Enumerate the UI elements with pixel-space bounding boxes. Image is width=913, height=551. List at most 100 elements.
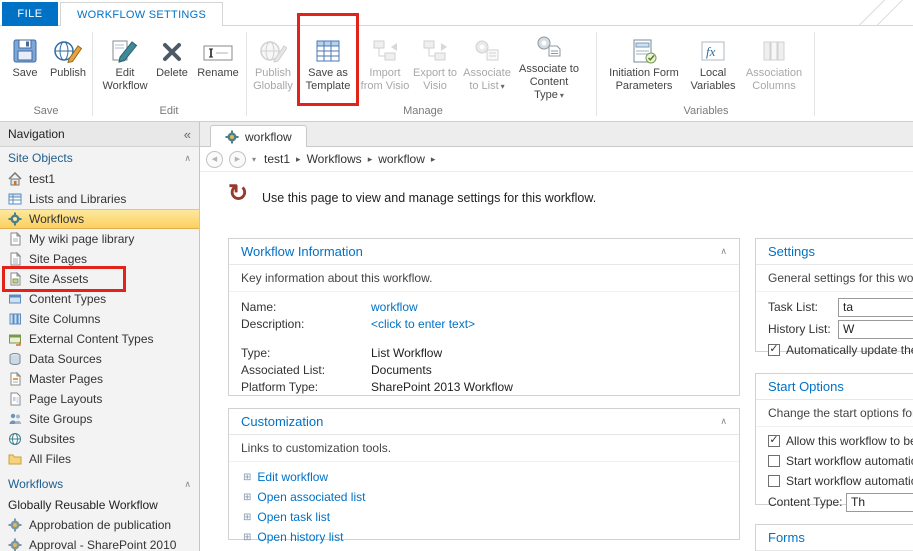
checkbox-checked[interactable]: ✓ — [768, 434, 780, 447]
dropdown-arrow-icon: ▾ — [500, 82, 505, 91]
link-plus-icon: ⊞ — [243, 491, 252, 503]
history-list-select[interactable]: W — [838, 319, 913, 339]
associate-to-content-type-button[interactable]: Associate to Content Type ▾ — [518, 30, 580, 102]
sidebar-item-master-pages[interactable]: Master Pages — [0, 369, 199, 389]
link-open-task-list[interactable]: ⊞ Open task list — [229, 507, 739, 527]
panel-subtitle: Change the start options for t — [756, 400, 913, 427]
workflows-section-header[interactable]: Workflows ∧ — [0, 473, 199, 495]
link-edit-workflow[interactable]: ⊞ Edit workflow — [229, 467, 739, 487]
local-variables-button[interactable]: fx Local Variables — [688, 30, 738, 102]
panel-settings: Settings ∧ General settings for this wor… — [755, 238, 913, 357]
checkbox-unchecked[interactable] — [768, 475, 780, 487]
folder-icon — [8, 452, 22, 466]
field-label: Name: — [241, 300, 277, 314]
sidebar-item-content-types[interactable]: Content Types — [0, 289, 199, 309]
wiki-library-icon — [8, 232, 22, 246]
navigation-title: Navigation — [8, 127, 65, 141]
link-plus-icon: ⊞ — [243, 511, 252, 523]
document-tab-workflow[interactable]: workflow — [210, 125, 307, 148]
checkbox-checked[interactable]: ✓ — [768, 343, 780, 356]
link-label: Open history list — [257, 530, 344, 544]
sidebar-item-site-columns[interactable]: Site Columns — [0, 309, 199, 329]
task-list-select[interactable]: ta — [838, 297, 913, 317]
link-open-associated-list[interactable]: ⊞ Open associated list — [229, 487, 739, 507]
collapse-pane-icon[interactable]: « — [184, 127, 191, 142]
field-label: Type: — [241, 346, 271, 360]
link-plus-icon: ⊞ — [243, 471, 252, 483]
allow-manual-start-row: ✓ Allow this workflow to be — [756, 431, 913, 451]
document-tab-label: workflow — [245, 129, 292, 144]
master-page-icon — [8, 372, 22, 386]
save-button[interactable]: Save — [6, 30, 44, 102]
sidebar-item-data-sources[interactable]: Data Sources — [0, 349, 199, 369]
import-from-visio-button[interactable]: Import from Visio — [360, 30, 410, 102]
ribbon-group-separator — [92, 32, 93, 116]
checkbox-label: Start workflow automatica — [786, 474, 913, 488]
save-as-template-button[interactable]: Save as Template — [300, 30, 356, 102]
panel-collapse-icon[interactable]: ∧ — [720, 246, 727, 257]
publish-button[interactable]: Publish — [46, 30, 90, 102]
sidebar-item-workflows[interactable]: Workflows — [0, 209, 199, 229]
home-icon — [8, 172, 22, 186]
associate-to-list-button[interactable]: Associate to List ▾ — [460, 30, 514, 102]
panel-collapse-icon[interactable]: ∧ — [720, 416, 727, 427]
rename-button[interactable]: Rename — [194, 30, 242, 102]
sidebar-item-site-assets[interactable]: Site Assets — [0, 269, 199, 289]
breadcrumb-item-workflow[interactable]: workflow — [376, 152, 427, 166]
sidebar-item-page-layouts[interactable]: Page Layouts — [0, 389, 199, 409]
site-objects-header[interactable]: Site Objects ∧ — [0, 147, 199, 169]
sidebar-item-site-groups[interactable]: Site Groups — [0, 409, 199, 429]
edit-workflow-button[interactable]: Edit Workflow — [98, 30, 152, 102]
sidebar-item-approbation-de-publication[interactable]: Approbation de publication — [0, 515, 199, 535]
ribbon-group-separator — [246, 32, 247, 116]
ribbon-group-label-save: Save — [33, 105, 59, 117]
ribbon-group-label-edit: Edit — [159, 105, 179, 117]
sidebar-item-approval-sharepoint-2010[interactable]: Approval - SharePoint 2010 — [0, 535, 199, 551]
panel-forms: Forms ∧ — [755, 524, 913, 551]
export-to-visio-button[interactable]: Export to Visio — [412, 30, 458, 102]
field-label: Platform Type: — [241, 380, 319, 394]
auto-start-change-row: Start workflow automatica — [756, 471, 913, 491]
link-open-history-list[interactable]: ⊞ Open history list — [229, 527, 739, 547]
ribbon-tab-strip: FILE WORKFLOW SETTINGS — [0, 0, 913, 27]
tab-file[interactable]: FILE — [2, 2, 58, 26]
forward-button[interactable]: ▶ — [229, 150, 246, 168]
publish-globally-button-label: Publish Globally — [253, 67, 293, 92]
sidebar-item-my-wiki-page-library[interactable]: My wiki page library — [0, 229, 199, 249]
back-button[interactable]: ◀ — [206, 150, 223, 168]
sidebar-item-test1[interactable]: test1 — [0, 169, 199, 189]
history-list-label: History List: — [768, 322, 831, 336]
sidebar-item-lists-and-libraries[interactable]: Lists and Libraries — [0, 189, 199, 209]
breadcrumb-dropdown-icon[interactable]: ▾ — [252, 155, 256, 164]
field-value-link[interactable]: workflow — [371, 299, 418, 316]
field-value-link[interactable]: <click to enter text> — [371, 316, 475, 333]
panel-title: Customization — [241, 414, 324, 429]
sidebar-item-site-pages[interactable]: Site Pages — [0, 249, 199, 269]
sidebar-item-label: Site Columns — [29, 312, 101, 326]
delete-button[interactable]: Delete — [152, 30, 192, 102]
sidebar-item-subsites[interactable]: Subsites — [0, 429, 199, 449]
breadcrumb-separator-icon: ▸ — [296, 153, 301, 164]
sidebar-item-label: Lists and Libraries — [29, 192, 127, 206]
globally-reusable-workflow-subheader: Globally Reusable Workflow — [0, 495, 199, 515]
edit-workflow-button-label: Edit Workflow — [102, 67, 148, 92]
save-as-template-icon — [315, 32, 341, 64]
checkbox-unchecked[interactable] — [768, 455, 780, 467]
initiation-form-parameters-button[interactable]: Initiation Form Parameters — [604, 30, 684, 102]
sidebar-item-external-content-types[interactable]: External Content Types — [0, 329, 199, 349]
tab-workflow-settings[interactable]: WORKFLOW SETTINGS — [60, 2, 224, 27]
panel-subtitle: General settings for this work — [756, 265, 913, 292]
field-row-associated-list: Associated List: Documents — [229, 362, 739, 379]
association-columns-icon — [761, 32, 787, 64]
breadcrumb-item-test1[interactable]: test1 — [262, 152, 292, 166]
content-type-select[interactable]: Th — [846, 492, 913, 512]
publish-globally-button[interactable]: Publish Globally — [250, 30, 296, 102]
history-list-value: W — [843, 322, 855, 336]
import-from-visio-icon — [371, 32, 399, 64]
panel-header: Forms ∧ — [756, 525, 913, 551]
association-columns-button[interactable]: Association Columns — [742, 30, 806, 102]
breadcrumb-item-workflows[interactable]: Workflows — [305, 152, 364, 166]
sidebar-item-all-files[interactable]: All Files — [0, 449, 199, 469]
field-row-platform-type: Platform Type: SharePoint 2013 Workflow — [229, 379, 739, 396]
task-list-value: ta — [843, 300, 854, 314]
